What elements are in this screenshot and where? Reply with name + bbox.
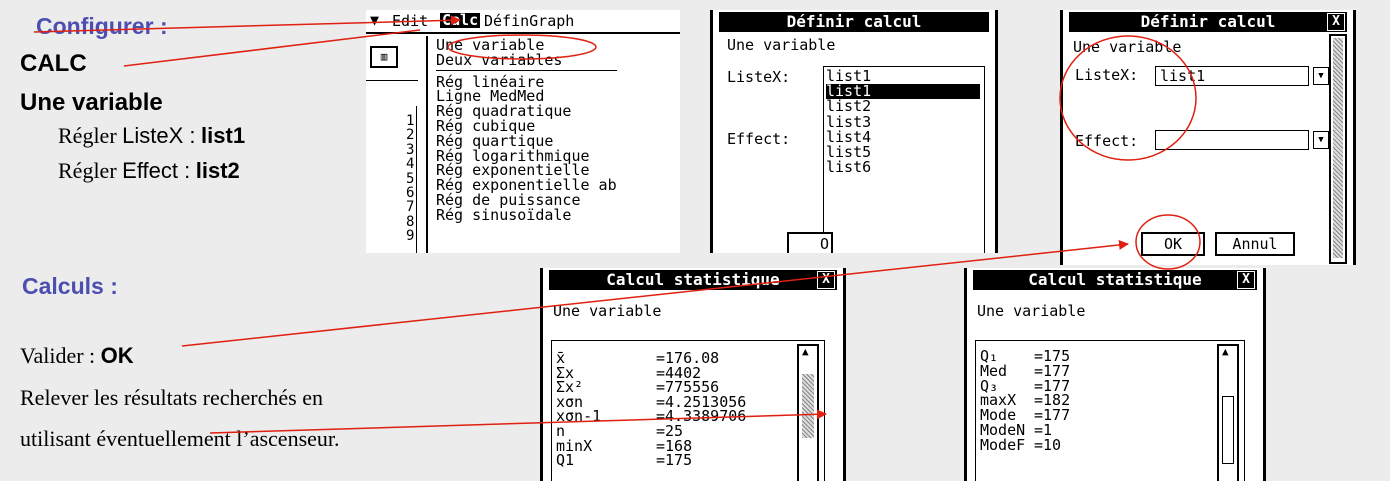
arrow-to-calc-menu <box>33 15 461 33</box>
arrow-to-ok <box>181 239 1129 347</box>
arrow-to-scrollbar <box>209 409 827 434</box>
highlight-listes <box>1059 35 1197 161</box>
annotation-overlay <box>33 15 1201 434</box>
highlight-une-variable <box>447 34 597 60</box>
highlight-ok <box>1135 214 1201 270</box>
line-calc-to-menu <box>123 29 421 67</box>
